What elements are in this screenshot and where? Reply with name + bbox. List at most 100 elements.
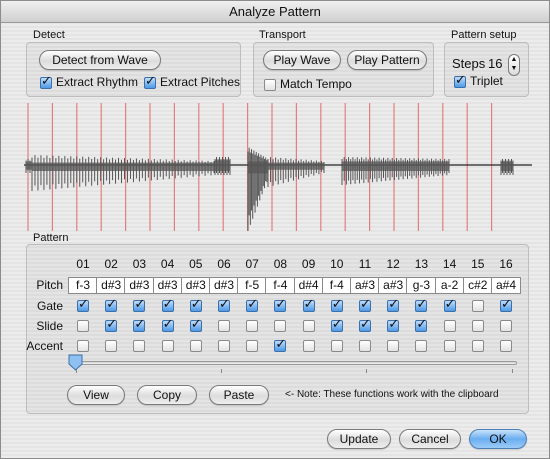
- paste-button[interactable]: Paste: [209, 385, 269, 405]
- slide-checkbox-15[interactable]: [471, 320, 484, 332]
- gate-checkbox-07[interactable]: [246, 297, 259, 312]
- accent-checkbox-12[interactable]: [387, 340, 400, 352]
- slide-checkbox-10[interactable]: [330, 317, 343, 332]
- pitch-field-10[interactable]: f-4: [321, 277, 352, 294]
- slide-checkbox-09[interactable]: [302, 320, 315, 332]
- gate-checkbox-10[interactable]: [330, 297, 343, 312]
- view-button[interactable]: View: [67, 385, 125, 405]
- slide-checkbox-01[interactable]: [77, 320, 89, 332]
- accent-checkbox-05[interactable]: [189, 340, 202, 352]
- slide-checkbox-08[interactable]: [274, 320, 287, 332]
- step-number-15: 15: [471, 257, 485, 271]
- gate-checkbox-01[interactable]: [77, 297, 89, 312]
- gate-checkbox-06[interactable]: [218, 297, 230, 312]
- accent-checkbox-15[interactable]: [471, 340, 484, 352]
- pitch-field-07[interactable]: f-5: [237, 277, 268, 294]
- slide-checkbox-06[interactable]: [218, 320, 230, 332]
- row-label-pitch: Pitch: [36, 278, 63, 292]
- pitch-field-09[interactable]: d#4: [293, 277, 324, 294]
- accent-checkbox-13[interactable]: [415, 340, 428, 352]
- gate-checkbox-02[interactable]: [105, 297, 118, 312]
- clipboard-note: <- Note: These functions work with the c…: [285, 389, 499, 400]
- pitch-field-15[interactable]: c#2: [462, 277, 493, 294]
- gate-checkbox-09[interactable]: [302, 297, 315, 312]
- ok-button[interactable]: OK: [469, 429, 527, 449]
- update-button[interactable]: Update: [327, 429, 391, 449]
- gate-checkbox-05[interactable]: [189, 297, 202, 312]
- waveform-segments: [25, 147, 514, 231]
- stepper-up-icon[interactable]: ▲: [509, 55, 519, 64]
- gate-checkbox-08[interactable]: [274, 297, 287, 312]
- step-number-16: 16: [499, 257, 513, 271]
- slider-thumb[interactable]: [68, 354, 83, 371]
- match-tempo-checkbox[interactable]: [264, 79, 276, 91]
- pitch-field-08[interactable]: f-4: [265, 277, 296, 294]
- slider-tick: [366, 369, 367, 373]
- accent-checkbox-16[interactable]: [500, 340, 512, 352]
- slide-checkbox-04[interactable]: [161, 317, 174, 332]
- slide-checkbox-12[interactable]: [387, 317, 400, 332]
- extract-rhythm-label: Extract Rhythm: [56, 75, 139, 89]
- play-pattern-button[interactable]: Play Pattern: [347, 50, 427, 70]
- slider-tick: [221, 369, 222, 373]
- cancel-button[interactable]: Cancel: [399, 429, 461, 449]
- accent-checkbox-10[interactable]: [330, 340, 343, 352]
- waveform-svg: [24, 103, 532, 231]
- pitch-field-16[interactable]: a#4: [491, 277, 521, 294]
- play-wave-button[interactable]: Play Wave: [263, 50, 341, 70]
- slide-checkbox-13[interactable]: [415, 317, 428, 332]
- pattern-scroll-slider[interactable]: [71, 361, 517, 365]
- detect-group-label: Detect: [33, 29, 65, 41]
- accent-checkbox-14[interactable]: [443, 340, 456, 352]
- accent-checkbox-02[interactable]: [105, 340, 118, 352]
- steps-stepper[interactable]: ▲ ▼: [508, 54, 520, 76]
- gate-checkbox-12[interactable]: [387, 297, 400, 312]
- slide-checkbox-11[interactable]: [359, 317, 371, 332]
- pitch-field-03[interactable]: d#3: [124, 277, 155, 294]
- slider-tick: [512, 369, 513, 373]
- gate-checkbox-13[interactable]: [415, 297, 428, 312]
- accent-checkbox-07[interactable]: [246, 340, 259, 352]
- steps-label: Steps: [452, 56, 486, 71]
- pitch-field-05[interactable]: d#3: [180, 277, 211, 294]
- triplet-checkbox[interactable]: [454, 73, 466, 88]
- detect-from-wave-button[interactable]: Detect from Wave: [39, 50, 161, 70]
- pitch-field-01[interactable]: f-3: [68, 277, 98, 294]
- gate-checkbox-16[interactable]: [500, 297, 512, 312]
- waveform-display[interactable]: [24, 101, 532, 233]
- waveform-segment: [25, 159, 33, 173]
- slide-checkbox-07[interactable]: [246, 320, 259, 332]
- gate-checkbox-11[interactable]: [359, 297, 371, 312]
- gate-checkbox-04[interactable]: [161, 297, 174, 312]
- extract-pitches-checkbox[interactable]: [144, 74, 156, 89]
- pitch-field-12[interactable]: a#3: [378, 277, 409, 294]
- slide-checkbox-03[interactable]: [133, 317, 146, 332]
- extract-rhythm-checkbox[interactable]: [40, 74, 52, 89]
- step-number-09: 09: [301, 257, 316, 271]
- pattern-group-label: Pattern: [33, 232, 69, 244]
- slide-checkbox-14[interactable]: [443, 320, 456, 332]
- stepper-down-icon[interactable]: ▼: [509, 64, 519, 73]
- pitch-field-06[interactable]: d#3: [209, 277, 239, 294]
- waveform-segment: [31, 155, 215, 191]
- pitch-field-14[interactable]: a-2: [434, 277, 465, 294]
- copy-button[interactable]: Copy: [137, 385, 197, 405]
- accent-checkbox-03[interactable]: [133, 340, 146, 352]
- accent-checkbox-06[interactable]: [218, 340, 230, 352]
- accent-checkbox-04[interactable]: [161, 340, 174, 352]
- accent-checkbox-08[interactable]: [274, 337, 287, 352]
- pitch-field-04[interactable]: d#3: [152, 277, 183, 294]
- pitch-field-02[interactable]: d#3: [96, 277, 127, 294]
- accent-checkbox-11[interactable]: [359, 340, 371, 352]
- slide-checkbox-05[interactable]: [189, 317, 202, 332]
- gate-checkbox-14[interactable]: [443, 297, 456, 312]
- pitch-field-13[interactable]: g-3: [406, 277, 437, 294]
- analyze-pattern-window: Analyze Pattern Detect Detect from Wave …: [0, 0, 550, 459]
- gate-checkbox-15[interactable]: [471, 300, 484, 312]
- accent-checkbox-09[interactable]: [302, 340, 315, 352]
- pitch-field-11[interactable]: a#3: [350, 277, 380, 294]
- slide-checkbox-16[interactable]: [500, 320, 512, 332]
- slide-checkbox-02[interactable]: [105, 317, 118, 332]
- accent-checkbox-01[interactable]: [77, 340, 89, 352]
- gate-checkbox-03[interactable]: [133, 297, 146, 312]
